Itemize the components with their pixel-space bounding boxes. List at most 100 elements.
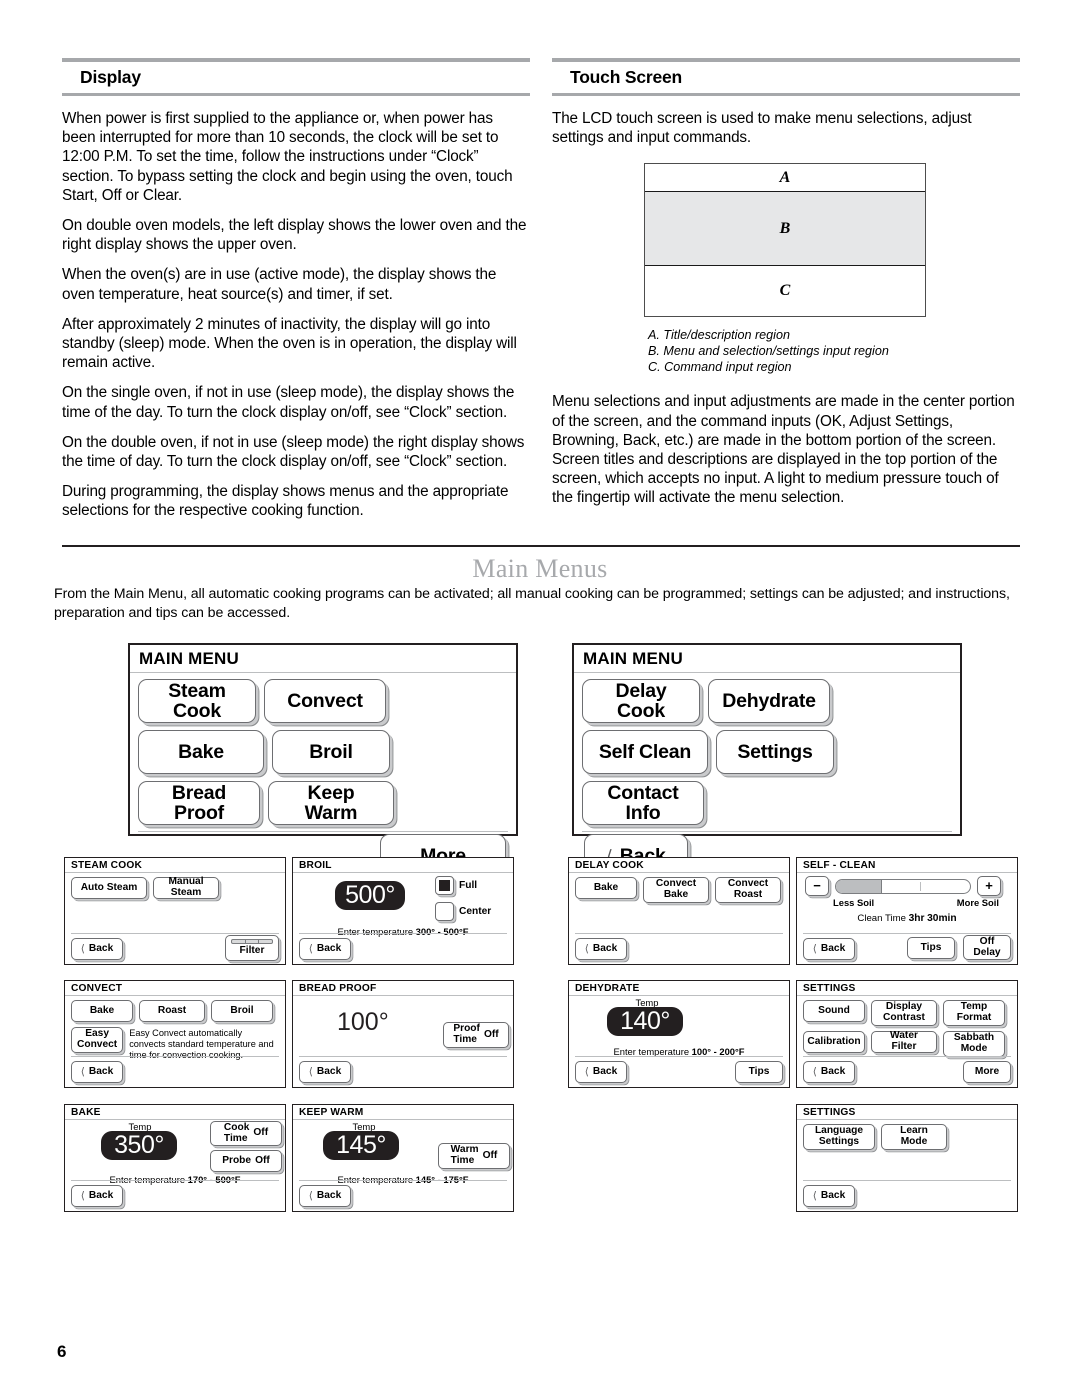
- menu-button-delay-cook[interactable]: Delay Cook: [582, 679, 700, 723]
- main-menu-title: MAIN MENU: [130, 645, 516, 673]
- clean-time-minutes: 30min: [927, 913, 957, 924]
- button-back[interactable]: ⟨ Back: [71, 938, 123, 960]
- button-probe[interactable]: Probe Off: [210, 1150, 282, 1172]
- cook-time-value: Off: [253, 1127, 269, 1139]
- keep-warm-temperature-display[interactable]: 145°: [323, 1131, 399, 1160]
- display-paragraph-5: On the single oven, if not in use (sleep…: [62, 384, 515, 421]
- screen-body: 500° Full Center Enter temperature 300° …: [293, 873, 513, 937]
- warm-time-label: Warm Time: [450, 1144, 479, 1166]
- button-temp-format[interactable]: Temp Format: [943, 1000, 1005, 1026]
- chevron-left-icon: ⟨: [812, 942, 817, 955]
- button-bake[interactable]: Bake: [575, 877, 637, 899]
- screen-body: Auto Steam Manual Steam: [65, 873, 285, 899]
- checkbox-center-unchecked[interactable]: [435, 902, 454, 921]
- button-row-2: Calibration Water Filter Sabbath Mode: [803, 1031, 1011, 1057]
- touch-screen-section: Touch Screen The LCD touch screen is use…: [552, 58, 1020, 519]
- clean-time-hours: 3hr: [908, 913, 925, 924]
- screen-footer: ⟨ Back Filter: [71, 933, 279, 961]
- dehydrate-temperature-display[interactable]: 140°: [607, 1007, 683, 1036]
- soil-level-slider[interactable]: [835, 878, 971, 894]
- display-paragraph-1: When power is first supplied to the appl…: [62, 110, 513, 204]
- screen-footer: ⟨ Back: [575, 933, 783, 961]
- button-language-settings[interactable]: Language Settings: [803, 1124, 875, 1150]
- button-tips[interactable]: Tips: [735, 1061, 783, 1083]
- button-warm-time[interactable]: Warm Time Off: [438, 1143, 510, 1169]
- button-back[interactable]: ⟨ Back: [575, 1061, 627, 1083]
- button-increase-soil[interactable]: +: [977, 876, 1001, 896]
- main-menu-title: MAIN MENU: [574, 645, 960, 673]
- slider-tick: [920, 881, 922, 891]
- button-broil[interactable]: Broil: [211, 1000, 273, 1022]
- screen-settings-page1: SETTINGS Sound Display Contrast Temp Forma…: [796, 980, 1018, 1088]
- button-proof-time[interactable]: Proof Time Off: [443, 1022, 509, 1048]
- button-auto-steam[interactable]: Auto Steam: [71, 877, 147, 899]
- probe-value: Off: [255, 1154, 270, 1166]
- broil-temperature-display[interactable]: 500°: [335, 881, 405, 910]
- chevron-left-icon: ⟨: [812, 1065, 817, 1078]
- page-number: 6: [57, 1342, 67, 1361]
- button-manual-steam[interactable]: Manual Steam: [153, 876, 219, 899]
- menu-button-bake[interactable]: Bake: [138, 730, 264, 774]
- label-more-soil: More Soil: [956, 897, 999, 908]
- button-display-contrast[interactable]: Display Contrast: [871, 1000, 937, 1026]
- button-row: Bake Convect Bake Convect Roast: [575, 877, 783, 903]
- bread-proof-temperature-display[interactable]: 100°: [337, 1008, 389, 1037]
- display-paragraph-3: When the oven(s) are in use (active mode…: [62, 266, 497, 303]
- chevron-left-icon: ⟨: [308, 1065, 313, 1078]
- menu-button-settings[interactable]: Settings: [716, 730, 834, 774]
- menu-button-keep-warm[interactable]: Keep Warm: [268, 781, 394, 825]
- button-back[interactable]: ⟨ Back: [803, 1185, 855, 1207]
- chevron-left-icon: ⟨: [584, 1065, 589, 1078]
- button-back[interactable]: ⟨ Back: [71, 1185, 123, 1207]
- button-cook-time[interactable]: Cook Time Off: [210, 1121, 282, 1146]
- broil-option-full[interactable]: Full: [435, 876, 477, 895]
- checkbox-full-checked[interactable]: [435, 876, 454, 895]
- button-row: Language Settings Learn Mode: [803, 1124, 1011, 1150]
- button-sabbath-mode[interactable]: Sabbath Mode: [943, 1031, 1005, 1057]
- button-off-delay[interactable]: Off Delay: [963, 935, 1011, 960]
- button-tips[interactable]: Tips: [907, 937, 955, 959]
- screen-body: Temp 140° Enter temperature 100° - 200°F: [569, 996, 789, 1058]
- menu-button-steam-cook[interactable]: Steam Cook: [138, 679, 256, 723]
- button-convect-roast[interactable]: Convect Roast: [715, 877, 781, 903]
- button-back-label: Back: [316, 942, 342, 954]
- button-back[interactable]: ⟨ Back: [299, 938, 351, 960]
- menu-button-convect[interactable]: Convect: [264, 679, 386, 723]
- menu-button-broil[interactable]: Broil: [272, 730, 390, 774]
- button-bake[interactable]: Bake: [71, 1000, 133, 1022]
- screen-footer: ⟨ Back More: [803, 1056, 1011, 1084]
- proof-time-value: Off: [483, 1028, 499, 1040]
- button-decrease-soil[interactable]: −: [805, 876, 829, 896]
- button-roast[interactable]: Roast: [139, 1000, 205, 1022]
- button-back-label: Back: [592, 1065, 618, 1077]
- broil-option-center[interactable]: Center: [435, 902, 491, 921]
- button-easy-convect[interactable]: Easy Convect: [71, 1027, 124, 1053]
- slider-fill: [836, 879, 882, 893]
- screen-self-clean: SELF - CLEAN − + Less Soil More Soil Cle…: [796, 857, 1018, 965]
- button-back[interactable]: ⟨ Back: [803, 938, 855, 960]
- button-more[interactable]: More: [963, 1061, 1011, 1083]
- menu-button-bread-proof[interactable]: Bread Proof: [138, 781, 260, 825]
- button-filter[interactable]: Filter: [225, 935, 279, 961]
- menu-button-self-clean[interactable]: Self Clean: [582, 730, 708, 774]
- button-sound[interactable]: Sound: [803, 1000, 865, 1022]
- button-water-filter[interactable]: Water Filter: [871, 1031, 937, 1053]
- display-paragraph-7: During programming, the display shows me…: [62, 483, 509, 520]
- button-back[interactable]: ⟨ Back: [575, 938, 627, 960]
- diagram-region-b: B: [645, 192, 925, 267]
- diagram-region-a: A: [645, 164, 925, 193]
- display-paragraph-2: On double oven models, the left display …: [62, 217, 527, 254]
- menu-button-dehydrate[interactable]: Dehydrate: [708, 679, 830, 723]
- screen-title: SETTINGS: [797, 1105, 1017, 1120]
- button-back[interactable]: ⟨ Back: [299, 1185, 351, 1207]
- button-back[interactable]: ⟨ Back: [71, 1061, 123, 1083]
- screen-body: Bake Roast Broil Easy Convect Easy Convec…: [65, 996, 285, 1061]
- button-row: Auto Steam Manual Steam: [71, 876, 279, 899]
- button-back[interactable]: ⟨ Back: [299, 1061, 351, 1083]
- menu-button-contact-info[interactable]: Contact Info: [582, 781, 704, 825]
- button-learn-mode[interactable]: Learn Mode: [881, 1124, 947, 1150]
- button-calibration[interactable]: Calibration: [803, 1031, 865, 1053]
- bake-temperature-display[interactable]: 350°: [101, 1131, 177, 1160]
- button-back[interactable]: ⟨ Back: [803, 1061, 855, 1083]
- button-convect-bake[interactable]: Convect Bake: [643, 877, 709, 903]
